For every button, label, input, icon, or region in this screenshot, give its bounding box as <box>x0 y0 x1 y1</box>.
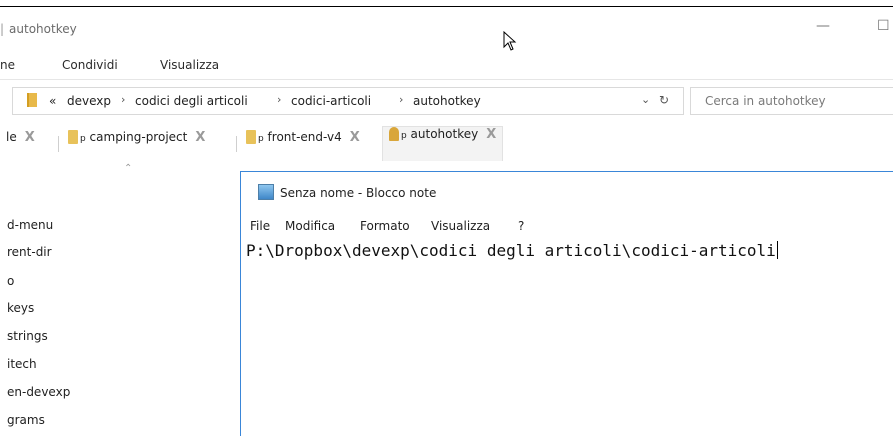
menu-file[interactable]: File <box>250 219 270 233</box>
sidebar-item[interactable]: keys <box>7 301 34 315</box>
folder-badge: p <box>258 134 264 144</box>
close-icon[interactable]: X <box>25 130 35 145</box>
window-title-text: autohotkey <box>9 22 77 36</box>
tab-le[interactable]: le X <box>6 130 35 158</box>
crumb-devexp[interactable]: devexp <box>67 94 111 108</box>
sidebar-item[interactable]: itech <box>7 357 37 371</box>
maximize-button[interactable]: ☐ <box>877 18 890 34</box>
sidebar-item[interactable]: en-devexp <box>7 385 70 399</box>
tab-separator <box>236 136 237 152</box>
close-icon[interactable]: X <box>350 130 360 145</box>
search-box[interactable]: Cerca in autohotkey <box>690 87 893 115</box>
ribbon-tab-share[interactable]: Condividi <box>62 58 118 72</box>
notepad-window <box>240 171 893 436</box>
ribbon-tab-view[interactable]: Visualizza <box>160 58 219 72</box>
tab-label: camping-project <box>89 130 188 144</box>
crumb-chevron-icon[interactable]: › <box>399 93 403 106</box>
tab-label: autohotkey <box>410 127 479 141</box>
crumb-codici-articoli[interactable]: codici-articoli <box>291 94 371 108</box>
sidebar-item[interactable]: grams <box>7 413 45 427</box>
back-crumb-icon[interactable]: « <box>49 94 56 108</box>
text-caret <box>776 241 778 259</box>
notepad-icon <box>258 184 274 200</box>
folder-badge: p <box>80 134 86 144</box>
menu-help[interactable]: ? <box>518 219 524 233</box>
refresh-icon[interactable]: ↻ <box>659 93 669 107</box>
tab-camping-project[interactable]: p camping-project X <box>68 130 205 158</box>
crumb-autohotkey[interactable]: autohotkey <box>413 94 481 108</box>
tab-autohotkey[interactable]: p autohotkey X <box>382 126 504 161</box>
title-separator: | <box>0 22 5 36</box>
sidebar-item[interactable]: strings <box>7 329 48 343</box>
mouse-cursor-icon <box>503 31 517 51</box>
crumb-chevron-icon[interactable]: › <box>277 93 281 106</box>
notepad-title-bar: Senza nome - Blocco note <box>258 184 436 200</box>
minimize-button[interactable]: — <box>816 18 830 34</box>
crumb-codici-degli-articoli[interactable]: codici degli articoli <box>135 94 248 108</box>
window-title: | autohotkey <box>0 22 77 36</box>
ribbon-tab-home[interactable]: ne <box>0 58 15 72</box>
notepad-text-area[interactable]: P:\Dropbox\devexp\codici degli articoli\… <box>246 241 778 260</box>
folder-icon <box>68 130 78 144</box>
search-placeholder: Cerca in autohotkey <box>705 94 826 108</box>
tab-front-end-v4[interactable]: p front-end-v4 X <box>246 130 360 158</box>
tab-label: le <box>6 130 17 144</box>
ribbon-divider <box>0 79 893 80</box>
menu-modifica[interactable]: Modifica <box>285 219 335 233</box>
folder-icon <box>246 130 256 144</box>
crumb-chevron-icon[interactable]: › <box>121 93 125 106</box>
locked-folder-icon <box>389 127 399 141</box>
folder-badge: p <box>401 131 407 141</box>
sidebar-item[interactable]: d-menu <box>7 218 53 232</box>
menu-visualizza[interactable]: Visualizza <box>431 219 490 233</box>
chevron-down-icon[interactable]: ⌄ <box>641 93 650 106</box>
close-icon[interactable]: X <box>486 127 496 142</box>
notepad-title: Senza nome - Blocco note <box>280 186 437 200</box>
tab-label: front-end-v4 <box>267 130 342 144</box>
window-top-edge <box>0 0 893 7</box>
sidebar-item[interactable]: rent-dir <box>7 245 52 259</box>
address-bar[interactable]: « devexp › codici degli articoli › codic… <box>12 87 684 115</box>
notepad-content: P:\Dropbox\devexp\codici degli articoli\… <box>246 241 776 260</box>
folder-tabs-bar: le X p camping-project X p front-end-v4 X p… <box>0 126 893 166</box>
close-icon[interactable]: X <box>195 130 205 145</box>
tab-separator <box>58 136 59 152</box>
scroll-up-icon[interactable]: ⌃ <box>124 163 132 174</box>
menu-formato[interactable]: Formato <box>360 219 410 233</box>
folder-icon <box>27 93 37 107</box>
sidebar-item[interactable]: o <box>7 274 14 288</box>
